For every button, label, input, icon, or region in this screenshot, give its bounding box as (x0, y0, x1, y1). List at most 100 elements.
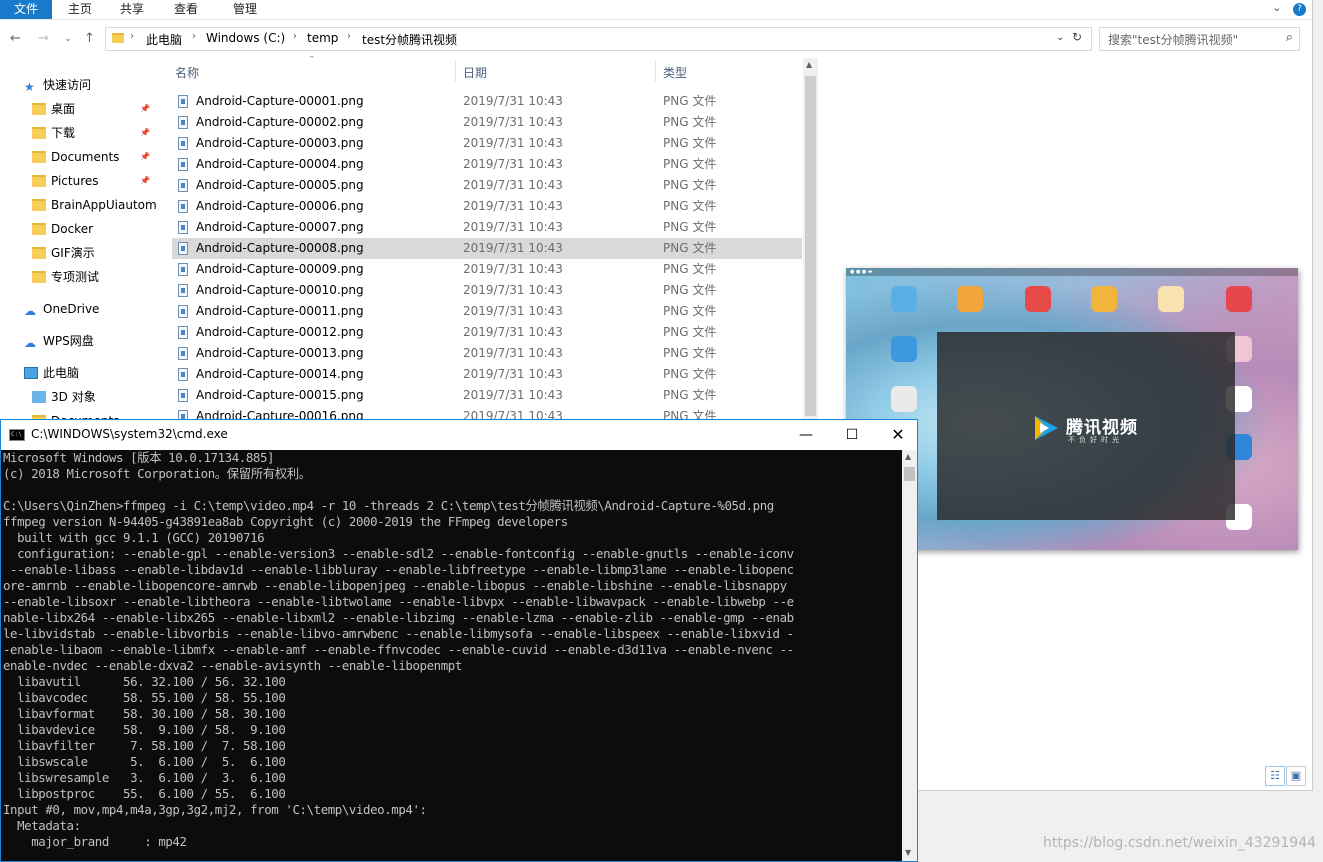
file-row[interactable]: Android-Capture-00010.png 2019/7/31 10:43… (172, 280, 802, 301)
console-line: libavdevice 58. 9.100 / 58. 9.100 (3, 722, 286, 737)
sort-ascending-icon: ⌃ (308, 56, 316, 65)
pin-icon[interactable]: 📌 (140, 122, 150, 144)
console-line: libavutil 56. 32.100 / 56. 32.100 (3, 674, 286, 689)
console-line: libavfilter 7. 58.100 / 7. 58.100 (3, 738, 286, 753)
nav-item[interactable]: BrainAppUiautom (32, 194, 157, 216)
file-row[interactable]: Android-Capture-00012.png 2019/7/31 10:43… (172, 322, 802, 343)
device-status-bar: ● ● ● ▬ (846, 268, 1298, 276)
nav-item[interactable]: Pictures 📌 (32, 170, 150, 192)
file-row[interactable]: Android-Capture-00001.png 2019/7/31 10:43… (172, 91, 802, 112)
tab-home[interactable]: 主页 (56, 0, 104, 19)
nav-item[interactable]: Docker (32, 218, 150, 240)
file-name: Android-Capture-00007.png (196, 220, 364, 234)
pin-icon[interactable]: 📌 (140, 170, 150, 192)
console-line: le-libvidstab --enable-libvorbis --enabl… (3, 626, 794, 641)
recent-locations-chevron-icon[interactable]: ⌄ (64, 34, 72, 44)
address-dropdown-icon[interactable]: ⌄ (1056, 32, 1064, 43)
file-row[interactable]: Android-Capture-00005.png 2019/7/31 10:43… (172, 175, 802, 196)
file-row[interactable]: Android-Capture-00003.png 2019/7/31 10:43… (172, 133, 802, 154)
console-line: libswresample 3. 6.100 / 3. 6.100 (3, 770, 286, 785)
pin-icon[interactable]: 📌 (140, 98, 150, 120)
tab-manage[interactable]: 管理 (218, 0, 272, 19)
close-button[interactable]: ✕ (875, 420, 921, 450)
large-icons-view-icon[interactable]: ▣ (1286, 766, 1306, 786)
up-arrow-icon[interactable]: ↑ (84, 31, 95, 46)
scroll-up-arrow-icon[interactable]: ▲ (806, 60, 812, 69)
console-line: built with gcc 9.1.1 (GCC) 20190716 (3, 530, 265, 545)
maximize-button[interactable]: ☐ (829, 420, 875, 450)
help-icon[interactable]: ? (1293, 3, 1306, 16)
breadcrumb-current-folder[interactable]: test分帧腾讯视频 (362, 31, 457, 48)
file-row[interactable]: Android-Capture-00015.png 2019/7/31 10:43… (172, 385, 802, 406)
nav-item[interactable]: 桌面 📌 (32, 98, 150, 120)
nav-item[interactable]: Documents 📌 (32, 146, 150, 168)
refresh-icon[interactable]: ↻ (1072, 30, 1082, 44)
nav-item[interactable]: 下载 📌 (32, 122, 150, 144)
file-row[interactable]: Android-Capture-00009.png 2019/7/31 10:43… (172, 259, 802, 280)
nav-item-label: 快速访问 (43, 78, 92, 92)
console-line: (c) 2018 Microsoft Corporation。保留所有权利。 (3, 466, 311, 481)
scroll-down-arrow-icon[interactable]: ▼ (905, 848, 911, 857)
tab-file[interactable]: 文件 (0, 0, 52, 19)
png-file-icon (178, 326, 188, 339)
tab-view[interactable]: 查看 (160, 0, 212, 19)
pin-icon[interactable]: 📌 (140, 146, 150, 168)
file-date: 2019/7/31 10:43 (463, 178, 563, 192)
app-icon (1091, 286, 1117, 312)
column-header-type[interactable]: 类型 (663, 64, 687, 81)
scrollbar-thumb[interactable] (904, 467, 915, 481)
file-row[interactable]: Android-Capture-00014.png 2019/7/31 10:43… (172, 364, 802, 385)
file-name: Android-Capture-00001.png (196, 94, 364, 108)
file-name: Android-Capture-00012.png (196, 325, 364, 339)
download-folder-icon (32, 127, 46, 139)
nav-item[interactable]: ☁ WPS网盘 (24, 330, 150, 352)
breadcrumb-separator-icon: › (130, 31, 134, 42)
tab-share[interactable]: 共享 (108, 0, 156, 19)
back-arrow-icon[interactable]: ← (10, 31, 21, 46)
nav-item[interactable]: 此电脑 (24, 362, 150, 384)
computer-icon (24, 367, 38, 379)
minimize-button[interactable]: — (783, 420, 829, 450)
app-icon (1226, 286, 1252, 312)
ribbon-collapse-icon[interactable]: ⌄ (1272, 1, 1281, 14)
file-type: PNG 文件 (663, 346, 717, 360)
scrollbar-thumb[interactable] (805, 76, 816, 416)
search-input[interactable]: 搜索"test分帧腾讯视频" ⌕ (1099, 27, 1300, 51)
breadcrumb-this-pc[interactable]: 此电脑 (146, 31, 182, 48)
cmd-titlebar[interactable]: C:\ C:\WINDOWS\system32\cmd.exe — ☐ ✕ (1, 420, 917, 450)
file-row[interactable]: Android-Capture-00011.png 2019/7/31 10:43… (172, 301, 802, 322)
nav-item[interactable]: GIF演示 (32, 242, 150, 264)
app-icon (891, 336, 917, 362)
nav-item[interactable]: 专项测试 (32, 266, 150, 288)
console-scrollbar[interactable]: ▲ ▼ (902, 450, 917, 861)
png-file-icon (178, 137, 188, 150)
address-field[interactable]: › 此电脑 › Windows (C:) › temp › test分帧腾讯视频… (105, 27, 1092, 51)
breadcrumb-drive[interactable]: Windows (C:) (206, 31, 285, 45)
forward-arrow-icon[interactable]: → (38, 31, 49, 46)
column-header-name[interactable]: 名称 (175, 64, 199, 81)
file-row[interactable]: Android-Capture-00013.png 2019/7/31 10:43… (172, 343, 802, 364)
file-row[interactable]: Android-Capture-00006.png 2019/7/31 10:43… (172, 196, 802, 217)
details-view-icon[interactable]: ☷ (1265, 766, 1285, 786)
nav-item[interactable]: 3D 对象 (32, 386, 150, 408)
console-line: ore-amrnb --enable-libopencore-amrwb --e… (3, 578, 787, 593)
file-date: 2019/7/31 10:43 (463, 304, 563, 318)
nav-item[interactable]: ★ 快速访问 (24, 74, 150, 96)
nav-item[interactable]: ☁ OneDrive (24, 298, 150, 320)
scroll-up-arrow-icon[interactable]: ▲ (905, 452, 911, 461)
file-row[interactable]: Android-Capture-00007.png 2019/7/31 10:43… (172, 217, 802, 238)
file-name: Android-Capture-00011.png (196, 304, 364, 318)
search-icon[interactable]: ⌕ (1286, 30, 1293, 45)
file-row[interactable]: Android-Capture-00004.png 2019/7/31 10:43… (172, 154, 802, 175)
console-output[interactable]: Microsoft Windows [版本 10.0.17134.885] (c)… (1, 450, 902, 861)
breadcrumb-temp[interactable]: temp (307, 31, 338, 45)
file-row[interactable]: Android-Capture-00008.png 2019/7/31 10:43… (172, 238, 802, 259)
column-header-date[interactable]: 日期 (463, 64, 487, 81)
console-text: Microsoft Windows [版本 10.0.17134.885] (c)… (3, 450, 794, 850)
file-row[interactable]: Android-Capture-00002.png 2019/7/31 10:43… (172, 112, 802, 133)
nav-item-label: 3D 对象 (51, 390, 96, 404)
png-file-icon (178, 221, 188, 234)
nav-item-label: 桌面 (51, 102, 76, 116)
file-list-scrollbar[interactable]: ▲ (803, 58, 818, 420)
file-name: Android-Capture-00014.png (196, 367, 364, 381)
